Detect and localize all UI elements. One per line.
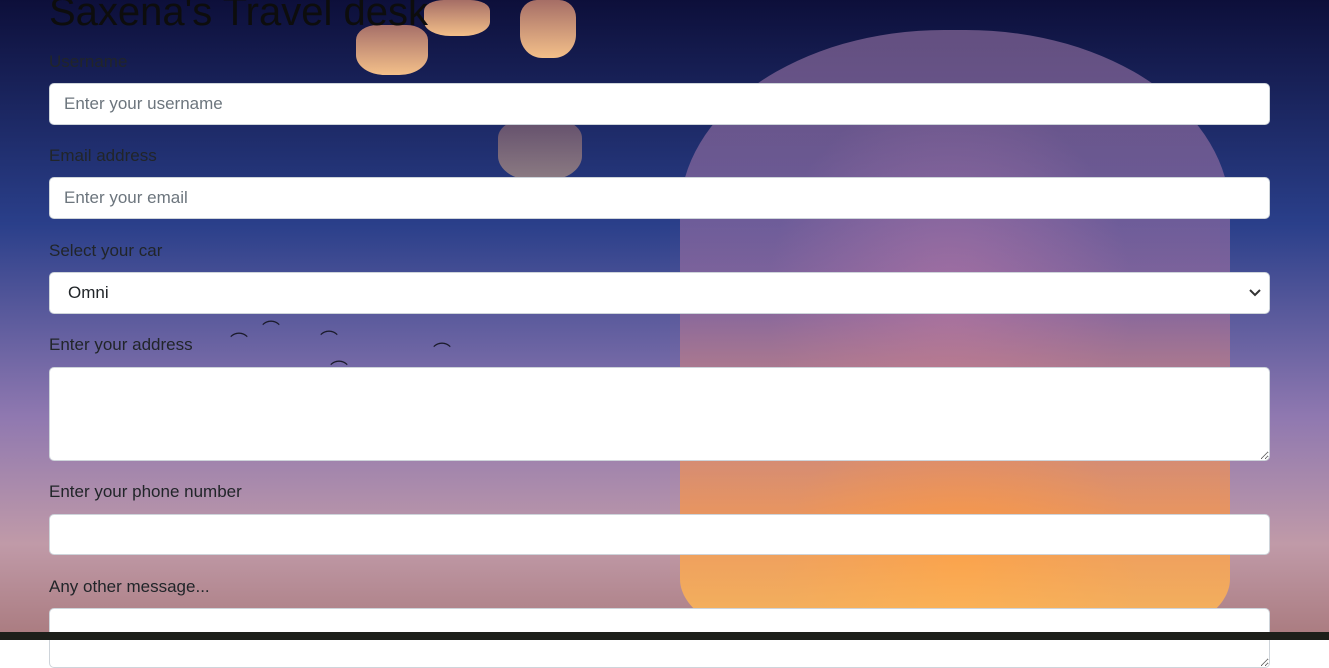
car-label: Select your car <box>49 241 163 260</box>
bird-icon: ⌒ <box>262 320 280 341</box>
page-title: Saxena's Travel desk <box>49 0 428 34</box>
bird-icon: ⌒ <box>320 330 338 351</box>
address-textarea[interactable] <box>49 367 1270 461</box>
car-select[interactable]: Omni <box>49 272 1270 314</box>
bird-icon: ⌒ <box>433 342 451 363</box>
sky-lantern-small <box>498 120 582 180</box>
phone-input[interactable] <box>49 514 1270 555</box>
message-label: Any other message... <box>49 577 210 596</box>
email-input[interactable] <box>49 177 1270 219</box>
chevron-down-icon <box>1249 286 1261 300</box>
sky-lantern-small <box>520 0 576 58</box>
bird-icon: ⌒ <box>230 332 248 353</box>
taskbar <box>0 632 1329 640</box>
sky-lantern-small <box>424 0 490 36</box>
phone-label: Enter your phone number <box>49 482 242 501</box>
username-input[interactable] <box>49 83 1270 125</box>
email-label: Email address <box>49 146 157 165</box>
username-label: Username <box>49 52 128 71</box>
car-select-value: Omni <box>68 283 109 302</box>
address-label: Enter your address <box>49 335 193 354</box>
